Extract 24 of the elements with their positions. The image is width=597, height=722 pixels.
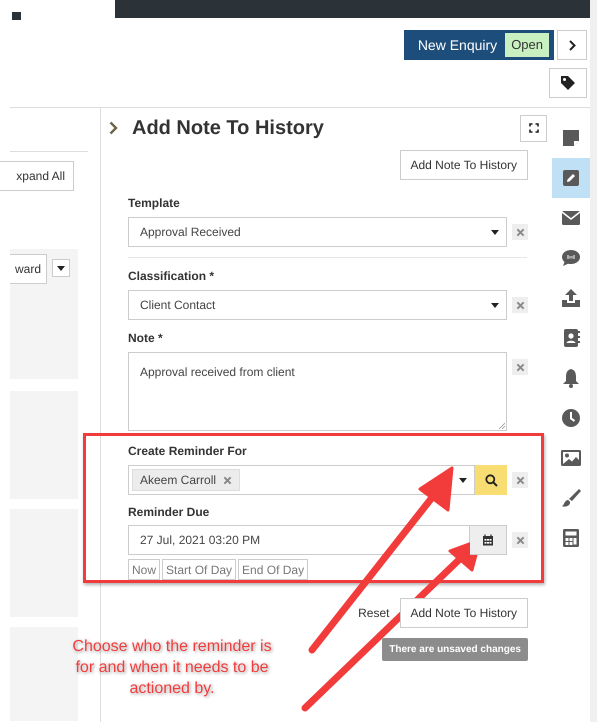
enquiry-title: New Enquiry xyxy=(418,36,498,55)
panel-title: Add Note To History xyxy=(132,116,324,141)
select-field[interactable]: Approval Received xyxy=(128,217,507,247)
quick-date-button[interactable]: End Of Day xyxy=(238,559,308,580)
add-note-button[interactable]: Add Note To History xyxy=(400,598,528,628)
date-field[interactable]: 27 Jul, 2021 03:20 PM xyxy=(128,525,470,555)
field-label: Classification * xyxy=(128,268,216,285)
annotation-text: Choose who the reminder is for and when it needs to be actioned by. xyxy=(71,637,273,699)
status-badge: Open xyxy=(505,33,549,57)
field-label: Template xyxy=(128,195,181,212)
add-note-button[interactable]: Add Note To History xyxy=(400,150,528,180)
select-field[interactable]: Client Contact xyxy=(128,290,507,320)
quick-date-button[interactable]: Now xyxy=(128,559,160,580)
field-label: Note * xyxy=(128,330,164,347)
unsaved-changes-badge: There are unsaved changes xyxy=(382,638,528,661)
reset-link[interactable]: Reset xyxy=(358,604,390,622)
quick-date-button[interactable]: Start Of Day xyxy=(162,559,236,580)
recipient-name: Akeem Carroll xyxy=(140,472,216,489)
action-button[interactable]: ward xyxy=(10,254,47,284)
field-label: Create Reminder For xyxy=(128,443,248,460)
field-label: Reminder Due xyxy=(128,504,210,521)
expand-all-button[interactable]: xpand All xyxy=(0,161,74,191)
note-textarea[interactable]: Approval received from client xyxy=(128,352,507,431)
recipient-token[interactable]: Akeem Carroll xyxy=(132,469,240,491)
